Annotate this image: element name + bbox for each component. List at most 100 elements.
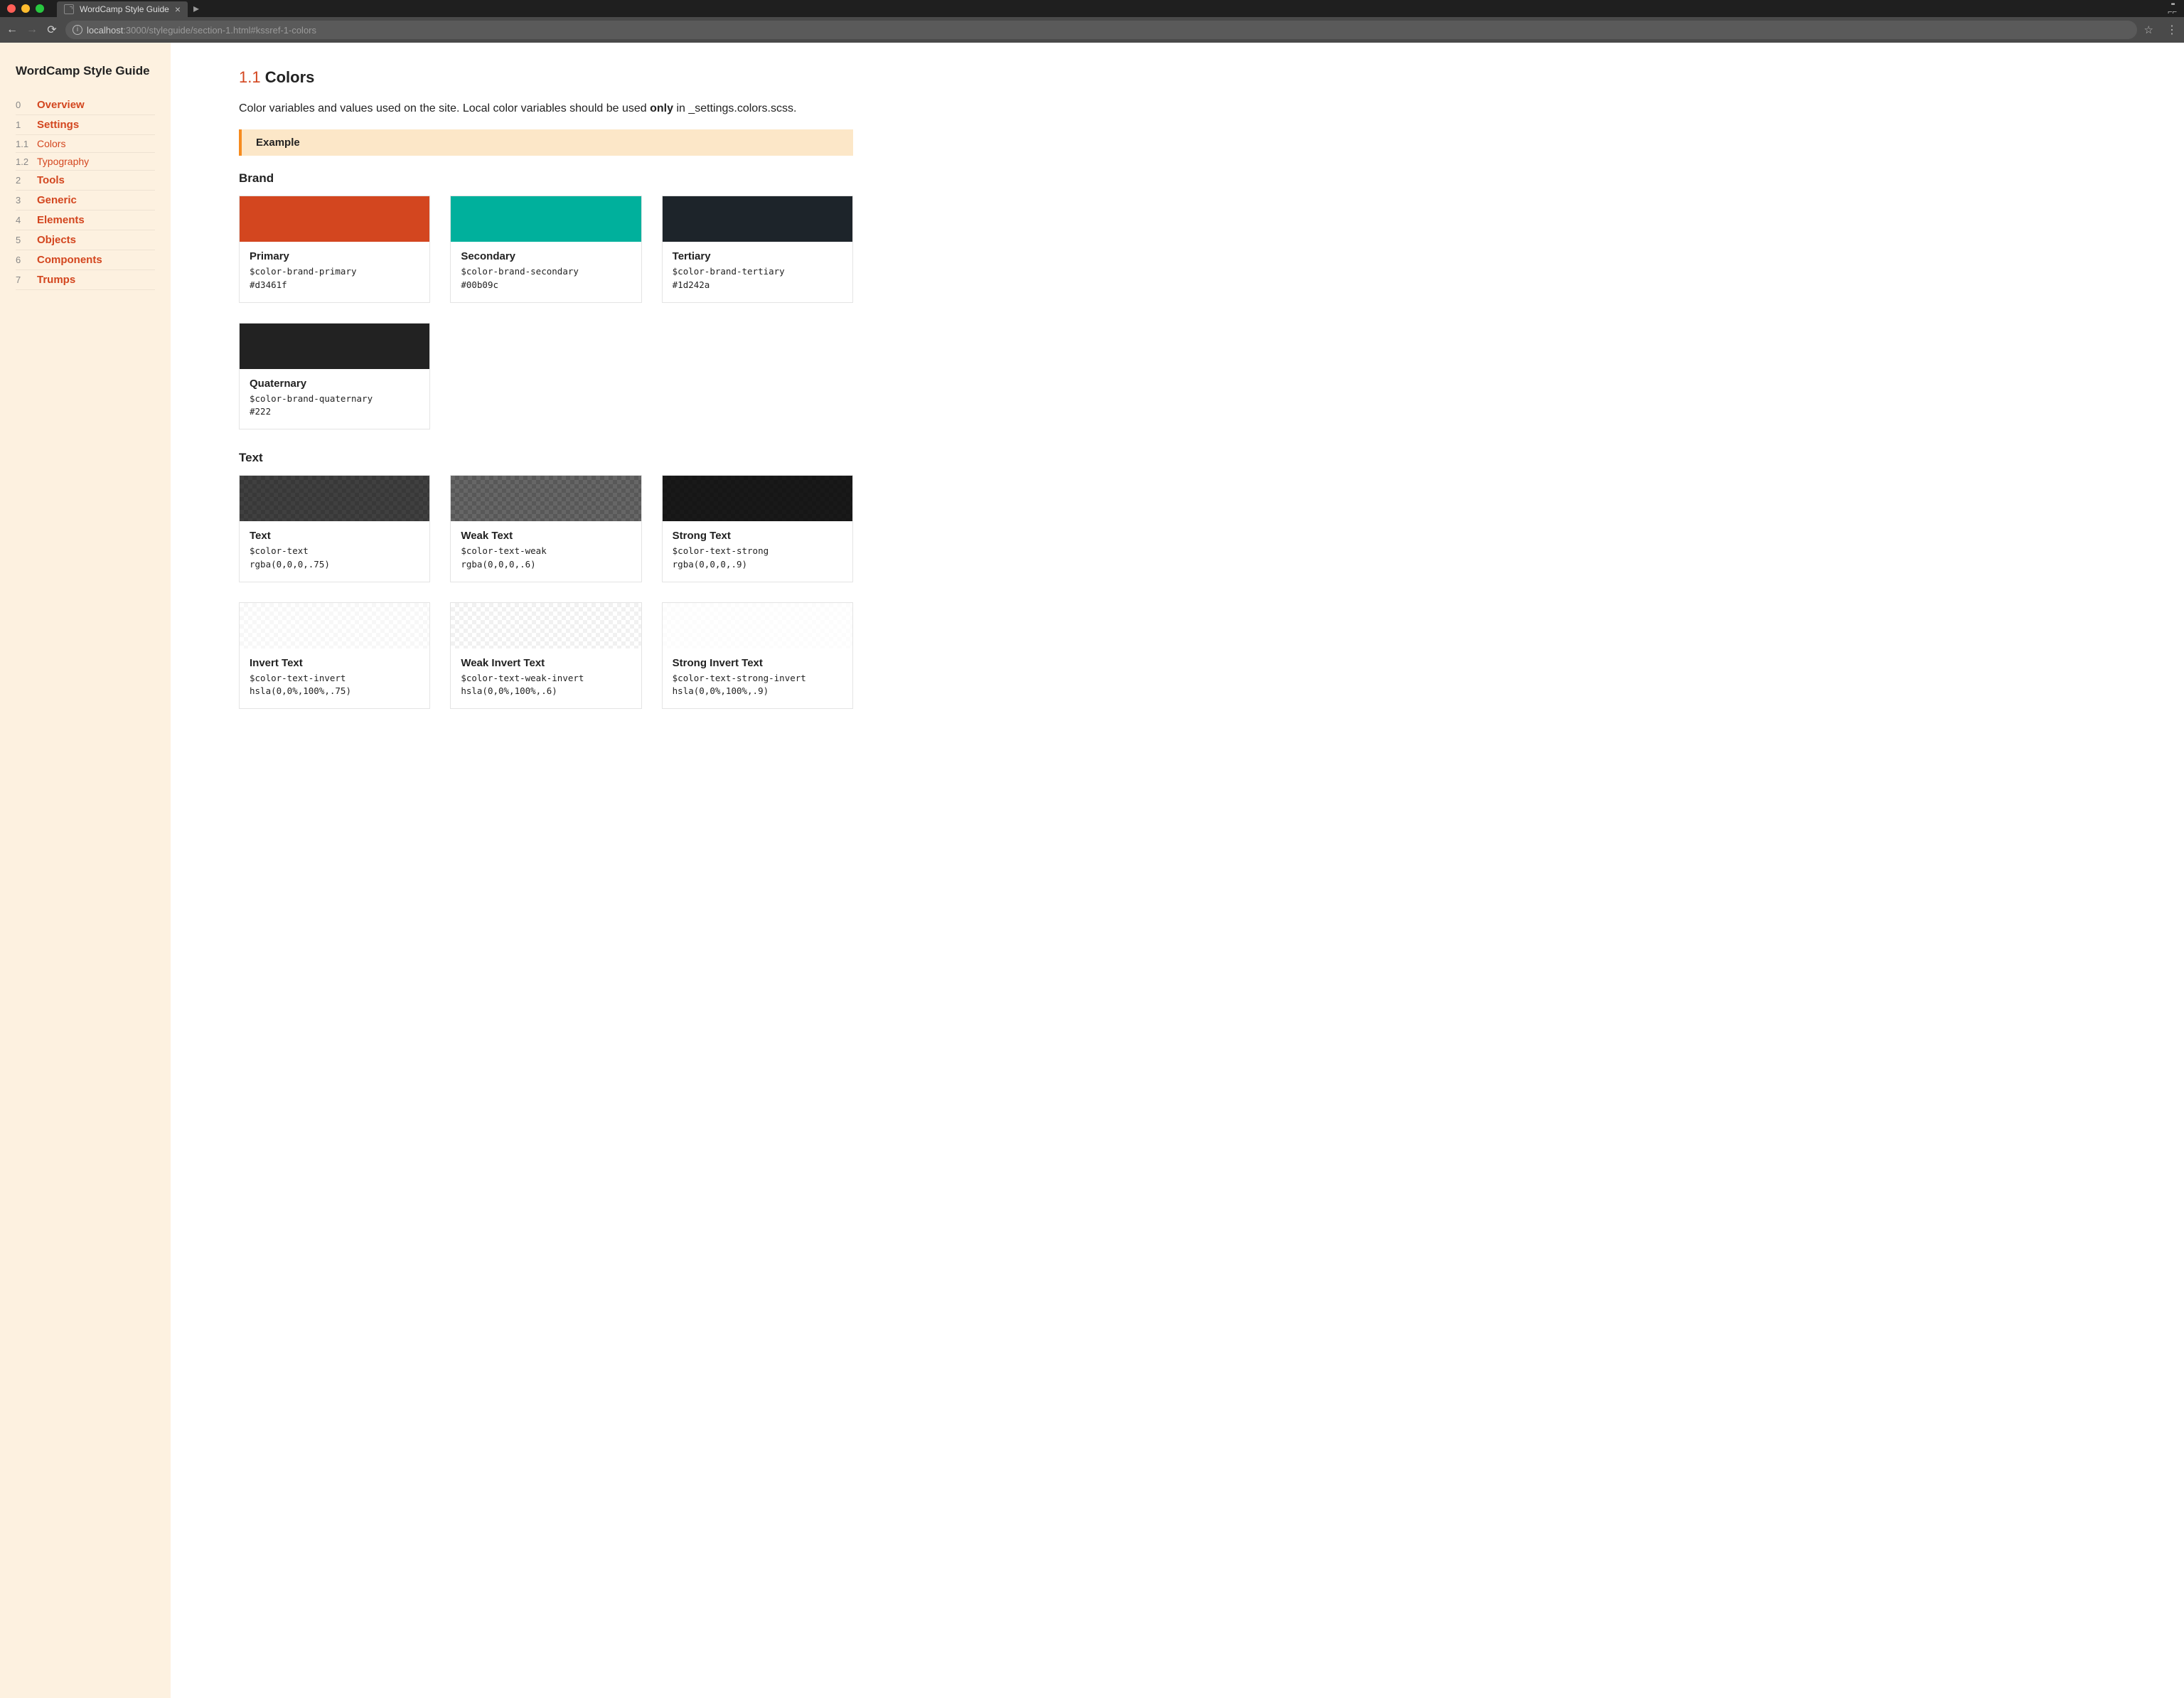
swatch-value: hsla(0,0%,100%,.6) (461, 685, 631, 698)
section-heading: 1.1 Colors (239, 68, 853, 87)
swatch-name: Strong Text (673, 530, 842, 542)
sidebar-item-overview[interactable]: 0 Overview (16, 95, 155, 115)
window-maximize-button[interactable] (36, 4, 44, 13)
sidebar-item-elements[interactable]: 4 Elements (16, 210, 155, 230)
browser-tab-bar: WordCamp Style Guide × ▸ (57, 0, 199, 17)
nav-number: 1 (16, 119, 30, 130)
nav-number: 1.2 (16, 156, 30, 167)
swatch-strong-text: Strong Text$color-text-strongrgba(0,0,0,… (662, 475, 853, 582)
swatch-name: Weak Invert Text (461, 657, 631, 669)
window-minimize-button[interactable] (21, 4, 30, 13)
swatch-variable: $color-brand-primary (250, 265, 419, 279)
swatch-invert-text: Invert Text$color-text-inverthsla(0,0%,1… (239, 602, 430, 710)
swatch-name: Quaternary (250, 378, 419, 390)
new-tab-button[interactable]: ▸ (193, 1, 199, 17)
swatch-secondary: Secondary$color-brand-secondary#00b09c (450, 196, 641, 303)
url-path: /styleguide/section-1.html#kssref-1-colo… (146, 25, 316, 36)
swatch-color (240, 603, 429, 648)
browser-titlebar: WordCamp Style Guide × ▸ • • ⌐⌐ (0, 0, 2184, 17)
swatch-value: #1d242a (673, 279, 842, 292)
swatch-name: Text (250, 530, 419, 542)
url-port: :3000 (123, 25, 146, 36)
nav-reload-button[interactable]: ⟳ (46, 23, 58, 37)
sidebar-nav: 0 Overview 1 Settings 1.1 Colors 1.2 Typography… (16, 95, 155, 290)
nav-label: Typography (37, 156, 89, 167)
swatch-text: Text$color-textrgba(0,0,0,.75) (239, 475, 430, 582)
swatch-meta: Strong Text$color-text-strongrgba(0,0,0,… (663, 521, 852, 582)
nav-number: 6 (16, 255, 30, 265)
sidebar-item-colors[interactable]: 1.1 Colors (16, 135, 155, 153)
swatch-value: hsla(0,0%,100%,.9) (673, 685, 842, 698)
nav-label: Trumps (37, 274, 75, 286)
window-close-button[interactable] (7, 4, 16, 13)
nav-number: 0 (16, 100, 30, 110)
tab-close-icon[interactable]: × (175, 4, 181, 14)
browser-tab-active[interactable]: WordCamp Style Guide × (57, 1, 188, 17)
url-host: localhost (87, 25, 123, 36)
nav-number: 3 (16, 195, 30, 205)
swatch-meta: Weak Text $color-text-weakrgba(0,0,0,.6) (451, 521, 641, 582)
swatch-variable: $color-brand-tertiary (673, 265, 842, 279)
section-number: 1.1 (239, 68, 261, 86)
swatch-meta: Text$color-textrgba(0,0,0,.75) (240, 521, 429, 582)
bookmark-star-icon[interactable]: ☆ (2144, 23, 2153, 36)
sidebar-item-typography[interactable]: 1.2 Typography (16, 153, 155, 171)
swatch-variable: $color-text-strong-invert (673, 672, 842, 685)
nav-number: 1.1 (16, 139, 30, 149)
sidebar-item-trumps[interactable]: 7Trumps (16, 270, 155, 290)
swatch-color (663, 603, 852, 648)
nav-label: Elements (37, 214, 85, 226)
sidebar-item-components[interactable]: 6 Components (16, 250, 155, 270)
group-heading-brand: Brand (239, 171, 853, 186)
swatch-variable: $color-text-weak (461, 545, 631, 558)
window-controls (7, 4, 44, 13)
sidebar-item-settings[interactable]: 1 Settings (16, 115, 155, 135)
address-bar[interactable]: i localhost:3000/styleguide/section-1.ht… (65, 21, 2137, 39)
swatch-name: Weak Text (461, 530, 631, 542)
swatch-tertiary: Tertiary $color-brand-tertiary#1d242a (662, 196, 853, 303)
sidebar-item-tools[interactable]: 2Tools (16, 171, 155, 191)
section-title: Colors (265, 68, 315, 86)
nav-label: Generic (37, 194, 77, 206)
swatch-weak-invert-text: Weak Invert Text$color-text-weak-inverth… (450, 602, 641, 710)
nav-label: Overview (37, 99, 85, 111)
nav-number: 4 (16, 215, 30, 225)
swatch-variable: $color-text-invert (250, 672, 419, 685)
swatch-meta: Strong Invert Text $color-text-strong-inv… (663, 648, 852, 709)
sidebar-title: WordCamp Style Guide (16, 64, 155, 78)
nav-label: Settings (37, 119, 79, 131)
incognito-icon: • • ⌐⌐ (2168, 1, 2177, 16)
swatch-primary: Primary$color-brand-primary#d3461f (239, 196, 430, 303)
sidebar-item-objects[interactable]: 5Objects (16, 230, 155, 250)
swatch-meta: Secondary$color-brand-secondary#00b09c (451, 242, 641, 302)
nav-label: Objects (37, 234, 76, 246)
swatch-color (663, 476, 852, 521)
swatch-color (451, 476, 641, 521)
nav-back-button[interactable]: ← (6, 23, 18, 36)
browser-toolbar: ← → ⟳ i localhost:3000/styleguide/sectio… (0, 17, 2184, 43)
section-description: Color variables and values used on the s… (239, 102, 853, 115)
swatch-weak-text: Weak Text $color-text-weakrgba(0,0,0,.6) (450, 475, 641, 582)
nav-forward-button[interactable]: → (26, 23, 38, 36)
example-bar: Example (239, 129, 853, 156)
swatch-value: rgba(0,0,0,.9) (673, 558, 842, 572)
swatch-value: hsla(0,0%,100%,.75) (250, 685, 419, 698)
swatch-meta: Primary$color-brand-primary#d3461f (240, 242, 429, 302)
swatch-color (240, 196, 429, 242)
swatch-value: rgba(0,0,0,.75) (250, 558, 419, 572)
sidebar-item-generic[interactable]: 3 Generic (16, 191, 155, 210)
browser-menu-icon[interactable]: ⋮ (2166, 23, 2178, 37)
swatch-meta: Invert Text$color-text-inverthsla(0,0%,1… (240, 648, 429, 709)
site-info-icon[interactable]: i (73, 25, 82, 35)
swatch-name: Strong Invert Text (673, 657, 842, 669)
swatch-grid: Text$color-textrgba(0,0,0,.75) Weak Text $… (239, 475, 853, 709)
swatch-meta: Quaternary$color-brand-quaternary#222 (240, 369, 429, 429)
swatch-variable: $color-brand-quaternary (250, 393, 419, 406)
swatch-color (663, 196, 852, 242)
swatch-name: Tertiary (673, 250, 842, 262)
nav-label: Colors (37, 138, 65, 149)
tab-title: WordCamp Style Guide (80, 4, 169, 14)
swatch-value: rgba(0,0,0,.6) (461, 558, 631, 572)
swatch-value: #d3461f (250, 279, 419, 292)
nav-label: Components (37, 254, 102, 266)
